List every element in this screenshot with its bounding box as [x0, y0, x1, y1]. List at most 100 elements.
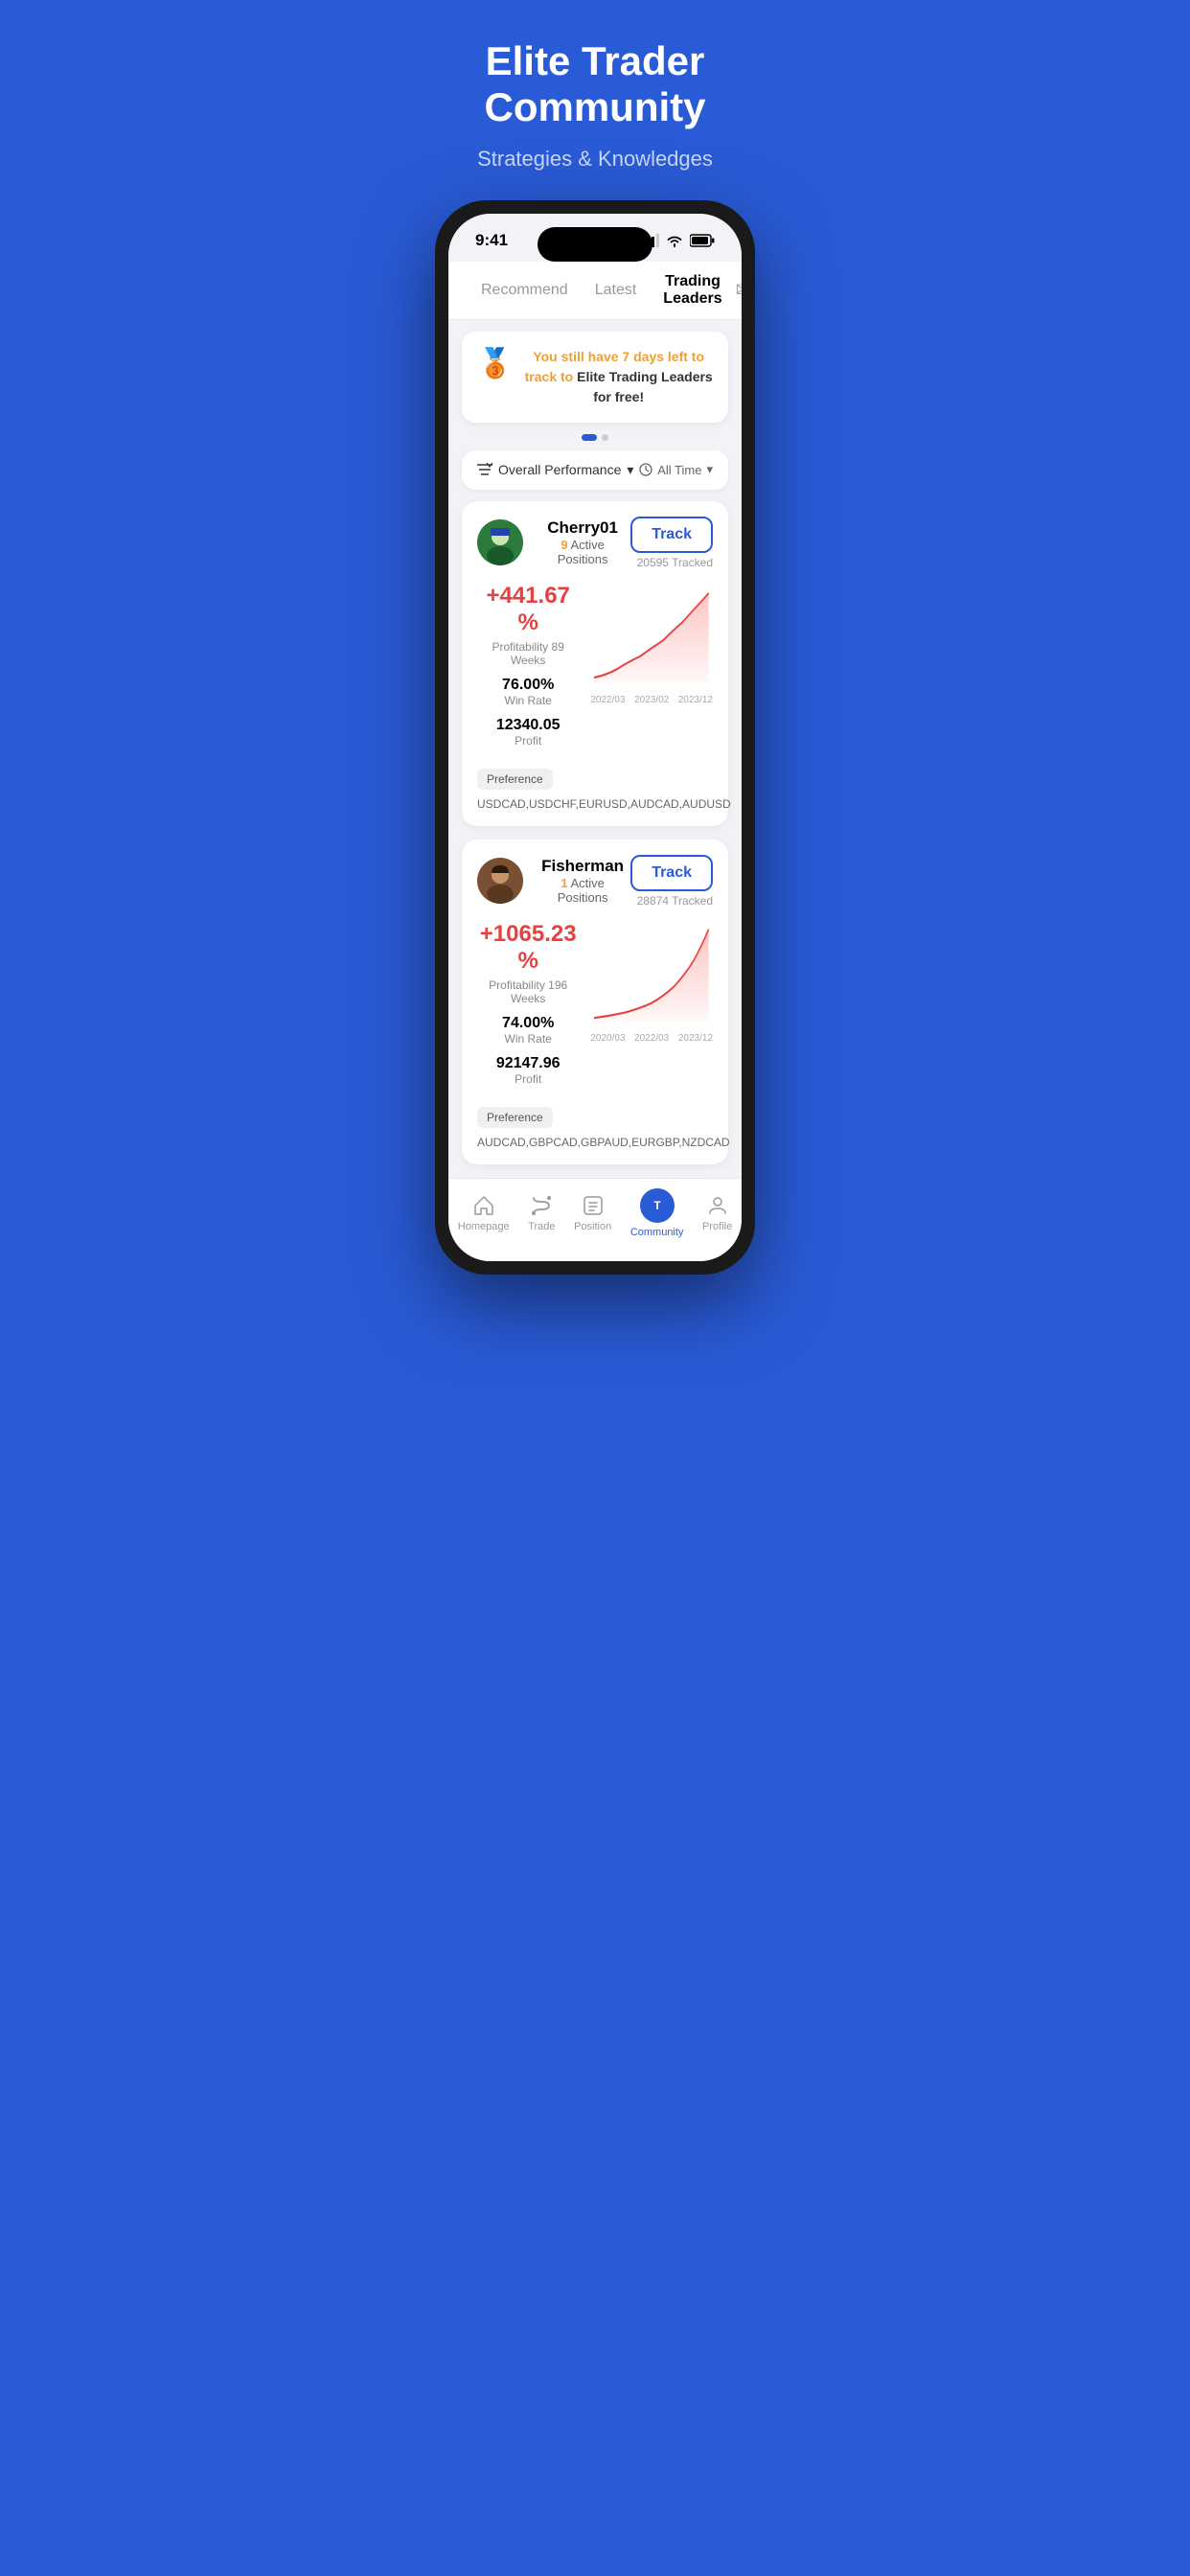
profit-value-cherry01: 12340.05: [477, 717, 579, 734]
trader-card-fisherman: Fisherman 1 Active Positions Track 28874…: [462, 840, 728, 1164]
win-rate-label-cherry01: Win Rate: [477, 694, 579, 707]
profile-icon: [706, 1194, 729, 1217]
nav-community-label: Community: [630, 1227, 684, 1238]
trader-name-cherry01: Cherry01: [535, 518, 630, 538]
nav-community[interactable]: T Community: [630, 1188, 684, 1238]
chart-svg-cherry01: [590, 583, 713, 688]
community-circle: T: [640, 1188, 675, 1223]
dynamic-island: [538, 227, 652, 262]
tab-trading-leaders[interactable]: Trading Leaders: [650, 273, 735, 308]
trade-icon: [530, 1194, 553, 1217]
trader-name-fisherman: Fisherman: [535, 857, 630, 876]
home-icon: [472, 1194, 495, 1217]
clock-icon: [639, 463, 652, 476]
nav-trade[interactable]: Trade: [528, 1194, 555, 1232]
track-col-cherry01: Track 20595 Tracked: [630, 517, 713, 569]
sort-label: Overall Performance: [498, 462, 621, 477]
time-label: All Time: [657, 463, 701, 477]
promo-medal-icon: 🥉: [477, 347, 513, 380]
tracked-count-cherry01: 20595 Tracked: [637, 556, 713, 569]
time-chevron: ▾: [706, 462, 713, 477]
sort-filter[interactable]: Overall Performance ▾: [477, 462, 633, 478]
stats-chart-cherry01: +441.67 % Profitability 89 Weeks 76.00% …: [477, 583, 713, 757]
chart-svg-fisherman: [590, 921, 713, 1026]
position-icon: [582, 1194, 605, 1217]
positions-num-fisherman: 1: [561, 876, 567, 890]
positions-num-cherry01: 9: [561, 538, 567, 552]
phone-inner: 9:41: [448, 214, 742, 1261]
profitability-label-cherry01: Profitability 89 Weeks: [477, 640, 579, 667]
sort-icon: [477, 463, 492, 476]
nav-profile-label: Profile: [702, 1221, 732, 1232]
sort-chevron: ▾: [627, 462, 633, 478]
profit-pct-cherry01: +441.67 %: [477, 583, 579, 636]
win-rate-fisherman: 74.00%: [477, 1015, 579, 1032]
time-filter[interactable]: All Time ▾: [639, 462, 713, 477]
pref-row-fisherman: Preference AUDCAD,GBPCAD,GBPAUD,EURGBP,N…: [477, 1107, 713, 1149]
nav-position[interactable]: Position: [574, 1194, 611, 1232]
trader-card-cherry01: Cherry01 9 Active Positions Track 20595 …: [462, 501, 728, 826]
trader-info-fisherman: Fisherman 1 Active Positions: [477, 857, 630, 905]
trader-positions-fisherman: 1 Active Positions: [535, 876, 630, 905]
dot-1: [582, 434, 597, 441]
tab-latest[interactable]: Latest: [582, 282, 651, 299]
trader-name-col-cherry01: Cherry01 9 Active Positions: [535, 518, 630, 566]
win-rate-cherry01: 76.00%: [477, 677, 579, 694]
tracked-count-fisherman: 28874 Tracked: [637, 894, 713, 908]
battery-icon: [690, 234, 715, 247]
pref-pairs-cherry01: USDCAD,USDCHF,EURUSD,AUDCAD,AUDUSD: [477, 797, 731, 811]
mail-icon[interactable]: ✉: [736, 278, 742, 302]
community-icon: T: [648, 1196, 667, 1215]
promo-text: You still have 7 days left to track to E…: [524, 347, 713, 407]
nav-profile[interactable]: Profile: [702, 1194, 732, 1232]
profit-value-fisherman: 92147.96: [477, 1055, 579, 1072]
stats-col-cherry01: +441.67 % Profitability 89 Weeks 76.00% …: [477, 583, 579, 757]
track-button-cherry01[interactable]: Track: [630, 517, 713, 553]
chart-col-fisherman: 2020/03 2022/03 2023/12: [590, 921, 713, 1026]
nav-homepage[interactable]: Homepage: [458, 1194, 510, 1232]
track-col-fisherman: Track 28874 Tracked: [630, 855, 713, 908]
hero-subtitle: Strategies & Knowledges: [425, 147, 765, 172]
nav-trade-label: Trade: [528, 1221, 555, 1232]
status-time: 9:41: [475, 231, 508, 250]
app-content: Recommend Latest Trading Leaders ✉ 🥉 You…: [448, 262, 742, 1261]
pref-badge-fisherman: Preference: [477, 1107, 553, 1128]
trader-avatar-fisherman: [477, 858, 523, 904]
phone-shell: 9:41: [435, 200, 755, 1275]
tab-recommend[interactable]: Recommend: [468, 282, 582, 299]
pref-badge-cherry01: Preference: [477, 769, 553, 790]
chart-labels-cherry01: 2022/03 2023/02 2023/12: [590, 695, 713, 705]
track-button-fisherman[interactable]: Track: [630, 855, 713, 891]
promo-text-highlight: Elite Trading Leaders for free!: [577, 369, 713, 404]
nav-homepage-label: Homepage: [458, 1221, 510, 1232]
profitability-label-fisherman: Profitability 196 Weeks: [477, 978, 579, 1005]
top-tabs: Recommend Latest Trading Leaders ✉: [448, 262, 742, 320]
trader-avatar-cherry01: [477, 519, 523, 565]
stats-chart-fisherman: +1065.23 % Profitability 196 Weeks 74.00…: [477, 921, 713, 1095]
status-icons: [642, 234, 715, 247]
avatar-image-cherry01: [477, 519, 523, 565]
avatar-image-fisherman: [477, 858, 523, 904]
trader-positions-cherry01: 9 Active Positions: [535, 538, 630, 566]
hero-title: Elite Trader Community: [425, 38, 765, 131]
profit-pct-fisherman: +1065.23 %: [477, 921, 579, 975]
profit-label-cherry01: Profit: [477, 734, 579, 748]
filter-row[interactable]: Overall Performance ▾ All Time ▾: [462, 450, 728, 490]
trader-info-cherry01: Cherry01 9 Active Positions: [477, 518, 630, 566]
pref-pairs-fisherman: AUDCAD,GBPCAD,GBPAUD,EURGBP,NZDCAD: [477, 1136, 730, 1149]
pref-row-cherry01: Preference USDCAD,USDCHF,EURUSD,AUDCAD,A…: [477, 769, 713, 811]
trader-header-cherry01: Cherry01 9 Active Positions Track 20595 …: [477, 517, 713, 569]
chart-col-cherry01: 2022/03 2023/02 2023/12: [590, 583, 713, 688]
profit-label-fisherman: Profit: [477, 1072, 579, 1086]
chart-labels-fisherman: 2020/03 2022/03 2023/12: [590, 1033, 713, 1044]
wifi-icon: [666, 234, 683, 247]
stats-col-fisherman: +1065.23 % Profitability 196 Weeks 74.00…: [477, 921, 579, 1095]
promo-banner: 🥉 You still have 7 days left to track to…: [462, 332, 728, 423]
trader-name-col-fisherman: Fisherman 1 Active Positions: [535, 857, 630, 905]
hero-section: Elite Trader Community Strategies & Know…: [397, 0, 793, 1275]
trader-header-fisherman: Fisherman 1 Active Positions Track 28874…: [477, 855, 713, 908]
nav-position-label: Position: [574, 1221, 611, 1232]
pagination-dots: [448, 434, 742, 441]
win-rate-label-fisherman: Win Rate: [477, 1032, 579, 1046]
bottom-nav: Homepage Trade: [448, 1178, 742, 1261]
